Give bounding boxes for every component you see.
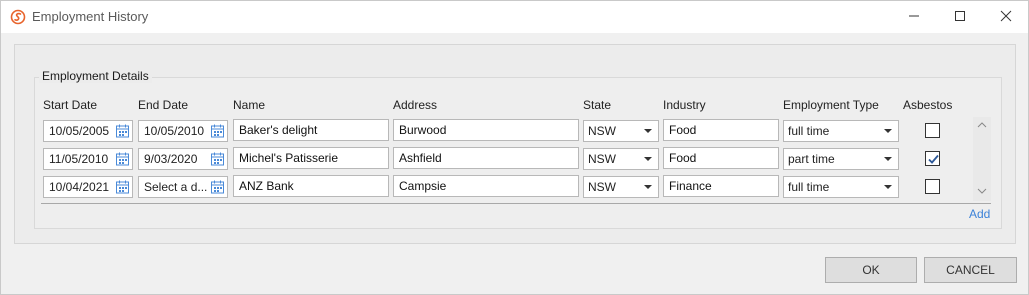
calendar-icon[interactable] — [210, 124, 225, 138]
calendar-icon[interactable] — [115, 180, 130, 194]
maximize-icon — [954, 10, 966, 25]
employment-type-select[interactable]: full time — [783, 176, 899, 198]
start-date-value: 11/05/2010 — [49, 152, 109, 166]
checkmark-icon — [928, 154, 939, 164]
chevron-down-icon — [644, 185, 652, 189]
industry-input[interactable]: Finance — [663, 175, 779, 197]
scroll-up-icon[interactable] — [975, 120, 989, 130]
add-link[interactable]: Add — [969, 207, 990, 221]
state-select[interactable]: NSW — [583, 120, 659, 142]
employment-type-value: part time — [788, 152, 835, 166]
minimize-icon — [908, 10, 920, 25]
asbestos-checkbox[interactable] — [925, 123, 940, 138]
header-start-date: Start Date — [43, 98, 98, 112]
address-input[interactable]: Ashfield — [393, 147, 579, 169]
start-date-value: 10/04/2021 — [49, 180, 110, 194]
start-date-value: 10/05/2005 — [49, 124, 110, 138]
calendar-icon[interactable] — [115, 124, 130, 138]
address-input[interactable]: Campsie — [393, 175, 579, 197]
header-industry: Industry — [663, 98, 706, 112]
chevron-down-icon — [884, 185, 892, 189]
close-button[interactable] — [983, 1, 1029, 33]
minimize-button[interactable] — [891, 1, 937, 33]
ok-button[interactable]: OK — [825, 257, 917, 283]
state-select[interactable]: NSW — [583, 148, 659, 170]
header-end-date: End Date — [138, 98, 189, 112]
chevron-down-icon — [644, 129, 652, 133]
start-date-picker[interactable]: 10/05/2005 — [43, 120, 133, 142]
end-date-value: 10/05/2010 — [144, 124, 205, 138]
end-date-picker[interactable]: Select a d... — [138, 176, 228, 198]
industry-input[interactable]: Food — [663, 147, 779, 169]
maximize-button[interactable] — [937, 1, 983, 33]
employment-type-value: full time — [788, 124, 830, 138]
asbestos-checkbox[interactable] — [925, 151, 940, 166]
calendar-icon[interactable] — [210, 180, 225, 194]
cancel-button[interactable]: CANCEL — [924, 257, 1017, 283]
grid-bottom-divider — [41, 203, 991, 204]
name-input[interactable]: Michel's Patisserie — [233, 147, 389, 169]
end-date-picker[interactable]: 9/03/2020 — [138, 148, 228, 170]
header-asbestos: Asbestos — [903, 98, 953, 112]
title-bar[interactable]: Employment History — [1, 1, 1028, 33]
header-name: Name — [233, 98, 266, 112]
end-date-picker[interactable]: 10/05/2010 — [138, 120, 228, 142]
calendar-icon[interactable] — [210, 152, 225, 166]
window-title: Employment History — [32, 9, 149, 24]
calendar-icon[interactable] — [115, 152, 130, 166]
chevron-down-icon — [884, 157, 892, 161]
start-date-picker[interactable]: 10/04/2021 — [43, 176, 133, 198]
state-select[interactable]: NSW — [583, 176, 659, 198]
group-legend: Employment Details — [39, 69, 152, 83]
industry-input[interactable]: Food — [663, 119, 779, 141]
employment-type-select[interactable]: part time — [783, 148, 899, 170]
state-value: NSW — [588, 124, 616, 138]
header-employment-type: Employment Type — [783, 98, 879, 112]
name-input[interactable]: ANZ Bank — [233, 175, 389, 197]
end-date-value: 9/03/2020 — [144, 152, 198, 166]
employment-history-window: Employment History Employment Details St… — [0, 0, 1029, 295]
start-date-picker[interactable]: 11/05/2010 — [43, 148, 133, 170]
close-icon — [1000, 10, 1012, 25]
employment-type-value: full time — [788, 180, 830, 194]
chevron-down-icon — [644, 157, 652, 161]
asbestos-checkbox[interactable] — [925, 179, 940, 194]
address-input[interactable]: Burwood — [393, 119, 579, 141]
chevron-down-icon — [884, 129, 892, 133]
employment-type-select[interactable]: full time — [783, 120, 899, 142]
state-value: NSW — [588, 180, 616, 194]
scroll-down-icon[interactable] — [975, 186, 989, 196]
app-logo-icon — [10, 9, 26, 25]
name-input[interactable]: Baker's delight — [233, 119, 389, 141]
state-value: NSW — [588, 152, 616, 166]
header-state: State — [583, 98, 612, 112]
end-date-placeholder: Select a d... — [144, 180, 208, 194]
header-address: Address — [393, 98, 438, 112]
